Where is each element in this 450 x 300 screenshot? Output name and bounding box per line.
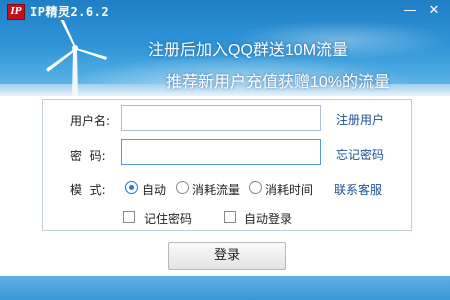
login-button[interactable]: 登录 bbox=[168, 242, 286, 270]
forgot-password-link[interactable]: 忘记密码 bbox=[336, 146, 384, 163]
password-label: 密 码: bbox=[70, 149, 106, 163]
mode-auto-label[interactable]: 自动 bbox=[142, 181, 166, 198]
mode-label: 模 式: bbox=[70, 183, 106, 197]
auto-login-label[interactable]: 自动登录 bbox=[244, 210, 292, 227]
promo-text: 推荐新用户充值获赠10%的流量 bbox=[166, 74, 391, 91]
wind-turbine-image bbox=[46, 20, 107, 96]
close-icon[interactable]: ✕ bbox=[424, 2, 444, 20]
title-bar[interactable]: IP IP精灵2.6.2 — ✕ bbox=[0, 0, 450, 22]
banner: IP IP精灵2.6.2 — ✕ 注册后加入QQ群送10M流量 推荐新用户充值获… bbox=[0, 0, 450, 96]
register-link[interactable]: 注册用户 bbox=[336, 111, 384, 128]
remember-password-checkbox[interactable] bbox=[123, 211, 135, 223]
username-label: 用户名: bbox=[70, 114, 111, 128]
app-logo-icon: IP bbox=[7, 4, 25, 20]
mode-traffic-label[interactable]: 消耗流量 bbox=[192, 181, 240, 198]
promo-text: 注册后加入QQ群送10M流量 bbox=[148, 42, 349, 59]
remember-password-label[interactable]: 记住密码 bbox=[144, 210, 192, 227]
login-window: IP IP精灵2.6.2 — ✕ 注册后加入QQ群送10M流量 推荐新用户充值获… bbox=[0, 0, 450, 300]
auto-login-checkbox[interactable] bbox=[224, 211, 236, 223]
minimize-icon[interactable]: — bbox=[400, 2, 420, 20]
mode-time-radio[interactable] bbox=[249, 181, 262, 194]
mode-auto-radio[interactable] bbox=[125, 181, 138, 194]
mode-time-label[interactable]: 消耗时间 bbox=[265, 181, 313, 198]
footer-bar bbox=[0, 276, 450, 300]
password-input[interactable] bbox=[121, 139, 321, 165]
window-title: IP精灵2.6.2 bbox=[30, 5, 110, 19]
contact-support-link[interactable]: 联系客服 bbox=[334, 181, 382, 198]
mode-traffic-radio[interactable] bbox=[176, 181, 189, 194]
username-input[interactable] bbox=[121, 105, 321, 131]
